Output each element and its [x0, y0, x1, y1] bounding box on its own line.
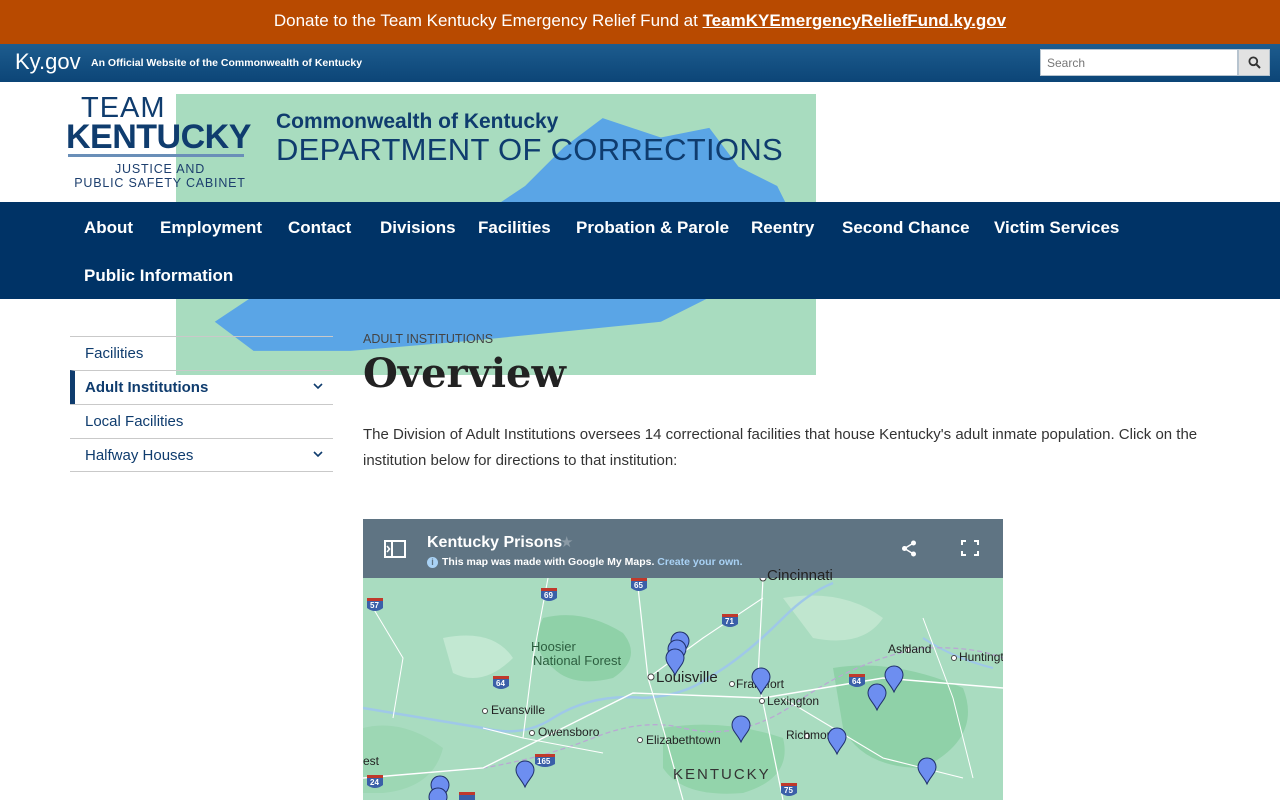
- facility-pins: [428, 631, 937, 800]
- page-title: Overview: [363, 350, 566, 397]
- sidebar-item-facilities[interactable]: Facilities: [70, 336, 333, 370]
- facility-pin[interactable]: [827, 727, 847, 755]
- sidebar-item-label: Halfway Houses: [85, 447, 194, 464]
- sidebar-item-label: Local Facilities: [85, 413, 184, 430]
- department-title[interactable]: DEPARTMENT OF CORRECTIONS: [276, 132, 783, 168]
- logo-cabinet-line-2: PUBLIC SAFETY CABINET: [74, 176, 246, 190]
- facility-pin[interactable]: [731, 715, 751, 743]
- nav-item-probation-parole[interactable]: Probation & Parole: [576, 218, 729, 238]
- star-icon[interactable]: ★: [560, 533, 573, 551]
- logo-divider: [68, 154, 244, 157]
- nav-item-second-chance[interactable]: Second Chance: [842, 218, 970, 238]
- chevron-down-icon[interactable]: [313, 451, 323, 458]
- kygov-logo[interactable]: Ky.gov: [15, 49, 81, 75]
- search-icon: [1248, 56, 1261, 69]
- share-icon[interactable]: [901, 540, 917, 557]
- create-your-own-link[interactable]: Create your own.: [657, 556, 742, 568]
- donate-banner: Donate to the Team Kentucky Emergency Re…: [0, 0, 1280, 44]
- nav-item-facilities[interactable]: Facilities: [478, 218, 551, 238]
- nav-item-contact[interactable]: Contact: [288, 218, 351, 238]
- facility-pin[interactable]: [917, 757, 937, 785]
- search-input[interactable]: [1040, 49, 1238, 76]
- facility-pin[interactable]: [884, 665, 904, 693]
- nav-item-reentry[interactable]: Reentry: [751, 218, 814, 238]
- breadcrumb: ADULT INSTITUTIONS: [363, 332, 494, 346]
- map-header: Kentucky Prisons ★ i This map was made w…: [363, 519, 1003, 578]
- map-legend-icon[interactable]: [384, 540, 406, 558]
- embedded-map[interactable]: Kentucky Prisons ★ i This map was made w…: [363, 519, 1003, 800]
- search-button[interactable]: [1238, 49, 1270, 76]
- facility-pin[interactable]: [867, 683, 887, 711]
- nav-item-employment[interactable]: Employment: [160, 218, 262, 238]
- nav-item-victim-services[interactable]: Victim Services: [994, 218, 1119, 238]
- team-kentucky-logo[interactable]: TEAM KENTUCKY JUSTICE AND PUBLIC SAFETY …: [66, 92, 816, 375]
- map-canvas[interactable]: Cincinnati Hoosier National Forest Louis…: [363, 567, 1003, 800]
- sidebar-nav: Facilities Adult Institutions Local Faci…: [70, 336, 333, 472]
- nav-item-about[interactable]: About: [84, 218, 133, 238]
- commonwealth-title: Commonwealth of Kentucky: [276, 110, 559, 133]
- sidebar-item-adult-institutions[interactable]: Adult Institutions: [70, 370, 333, 404]
- chevron-down-icon[interactable]: [313, 383, 323, 390]
- map-title[interactable]: Kentucky Prisons: [427, 534, 562, 552]
- donate-link[interactable]: TeamKYEmergencyReliefFund.ky.gov: [703, 11, 1007, 30]
- kygov-bar: Ky.gov An Official Website of the Common…: [0, 44, 1280, 82]
- facility-pin[interactable]: [751, 667, 771, 695]
- logo-cabinet-line-1: JUSTICE AND: [114, 162, 206, 176]
- nav-item-divisions[interactable]: Divisions: [380, 218, 456, 238]
- sidebar-item-halfway-houses[interactable]: Halfway Houses: [70, 438, 333, 472]
- nav-item-public-information[interactable]: Public Information: [84, 266, 233, 286]
- fullscreen-icon[interactable]: [961, 540, 979, 556]
- main-nav: About Employment Contact Divisions Facil…: [0, 202, 1280, 299]
- logo-kentucky: KENTUCKY: [66, 118, 251, 156]
- page-description: The Division of Adult Institutions overs…: [363, 426, 1198, 469]
- sidebar-item-local-facilities[interactable]: Local Facilities: [70, 404, 333, 438]
- facility-pin[interactable]: [515, 760, 535, 788]
- sidebar-item-label: Facilities: [85, 345, 144, 362]
- site-header: TEAM KENTUCKY JUSTICE AND PUBLIC SAFETY …: [0, 82, 1280, 375]
- info-icon: i: [427, 557, 438, 568]
- map-made-with: This map was made with Google My Maps. C…: [442, 556, 743, 568]
- donate-text: Donate to the Team Kentucky Emergency Re…: [273, 11, 703, 30]
- official-website-text: An Official Website of the Commonwealth …: [91, 57, 363, 69]
- facility-pin[interactable]: [665, 648, 685, 676]
- sidebar-item-label: Adult Institutions: [85, 379, 209, 396]
